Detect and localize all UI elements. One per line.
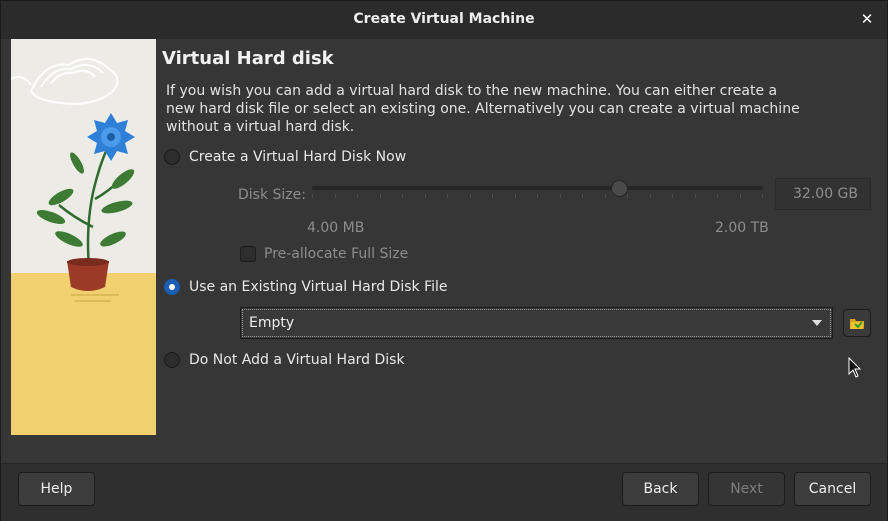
disk-size-min-label: 4.00 MB (307, 220, 365, 236)
slider-tick (650, 194, 651, 198)
radio-button[interactable] (164, 352, 180, 368)
create-vm-dialog: Create Virtual Machine ✕ Virtual Hard di… (0, 0, 888, 521)
slider-tick (515, 194, 516, 198)
disk-size-slider-track[interactable] (312, 186, 763, 190)
existing-disk-combobox[interactable]: Empty (240, 307, 833, 339)
preallocate-checkbox[interactable] (240, 246, 256, 262)
slider-tick (672, 194, 673, 198)
back-button[interactable]: Back (622, 472, 699, 506)
close-icon[interactable]: ✕ (857, 9, 877, 29)
slider-tick (762, 194, 763, 198)
next-button[interactable]: Next (708, 472, 785, 506)
title-bar: Create Virtual Machine ✕ (1, 1, 887, 40)
page-description: If you wish you can add a virtual hard d… (166, 83, 800, 135)
radio-create-now[interactable]: Create a Virtual Hard Disk Now (164, 147, 406, 167)
disk-size-max-label: 2.00 TB (715, 220, 769, 236)
help-button[interactable]: Help (18, 472, 95, 506)
radio-no-disk[interactable]: Do Not Add a Virtual Hard Disk (164, 350, 405, 370)
radio-label: Create a Virtual Hard Disk Now (189, 149, 407, 165)
preallocate-label: Pre-allocate Full Size (264, 246, 409, 262)
wizard-page: Virtual Hard disk If you wish you can ad… (1, 39, 887, 463)
button-bar: Help Back Next Cancel (1, 463, 887, 521)
disk-size-field[interactable]: 32.00 GB (775, 178, 871, 210)
slider-tick (560, 194, 561, 198)
slider-tick (740, 194, 741, 198)
slider-tick (627, 194, 628, 198)
page-title: Virtual Hard disk (162, 48, 334, 69)
slider-tick (605, 194, 606, 198)
combobox-value: Empty (249, 315, 295, 331)
slider-tick (582, 194, 583, 198)
disk-size-label: Disk Size: (238, 187, 306, 203)
cancel-button[interactable]: Cancel (794, 472, 871, 506)
preallocate-option[interactable]: Pre-allocate Full Size (240, 246, 408, 262)
chevron-down-icon (812, 320, 822, 326)
radio-label: Use an Existing Virtual Hard Disk File (189, 279, 448, 295)
slider-tick (312, 194, 313, 198)
slider-tick (537, 194, 538, 198)
slider-tick (695, 194, 696, 198)
radio-button-selected[interactable] (164, 279, 180, 295)
wizard-illustration (11, 39, 156, 435)
radio-use-existing[interactable]: Use an Existing Virtual Hard Disk File (164, 277, 448, 297)
slider-tick (380, 194, 381, 198)
disk-size-slider-handle[interactable] (611, 180, 628, 197)
slider-tick (402, 194, 403, 198)
slider-tick (335, 194, 336, 198)
mouse-pointer-icon (848, 357, 862, 378)
slider-tick (717, 194, 718, 198)
folder-open-icon (850, 319, 864, 329)
slider-tick (357, 194, 358, 198)
radio-label: Do Not Add a Virtual Hard Disk (189, 352, 405, 368)
slider-ticks (312, 194, 763, 199)
window-title: Create Virtual Machine (353, 11, 535, 27)
slider-tick (470, 194, 471, 198)
slider-tick (447, 194, 448, 198)
slider-tick (492, 194, 493, 198)
radio-button[interactable] (164, 149, 180, 165)
choose-disk-file-button[interactable] (843, 309, 871, 337)
slider-tick (425, 194, 426, 198)
